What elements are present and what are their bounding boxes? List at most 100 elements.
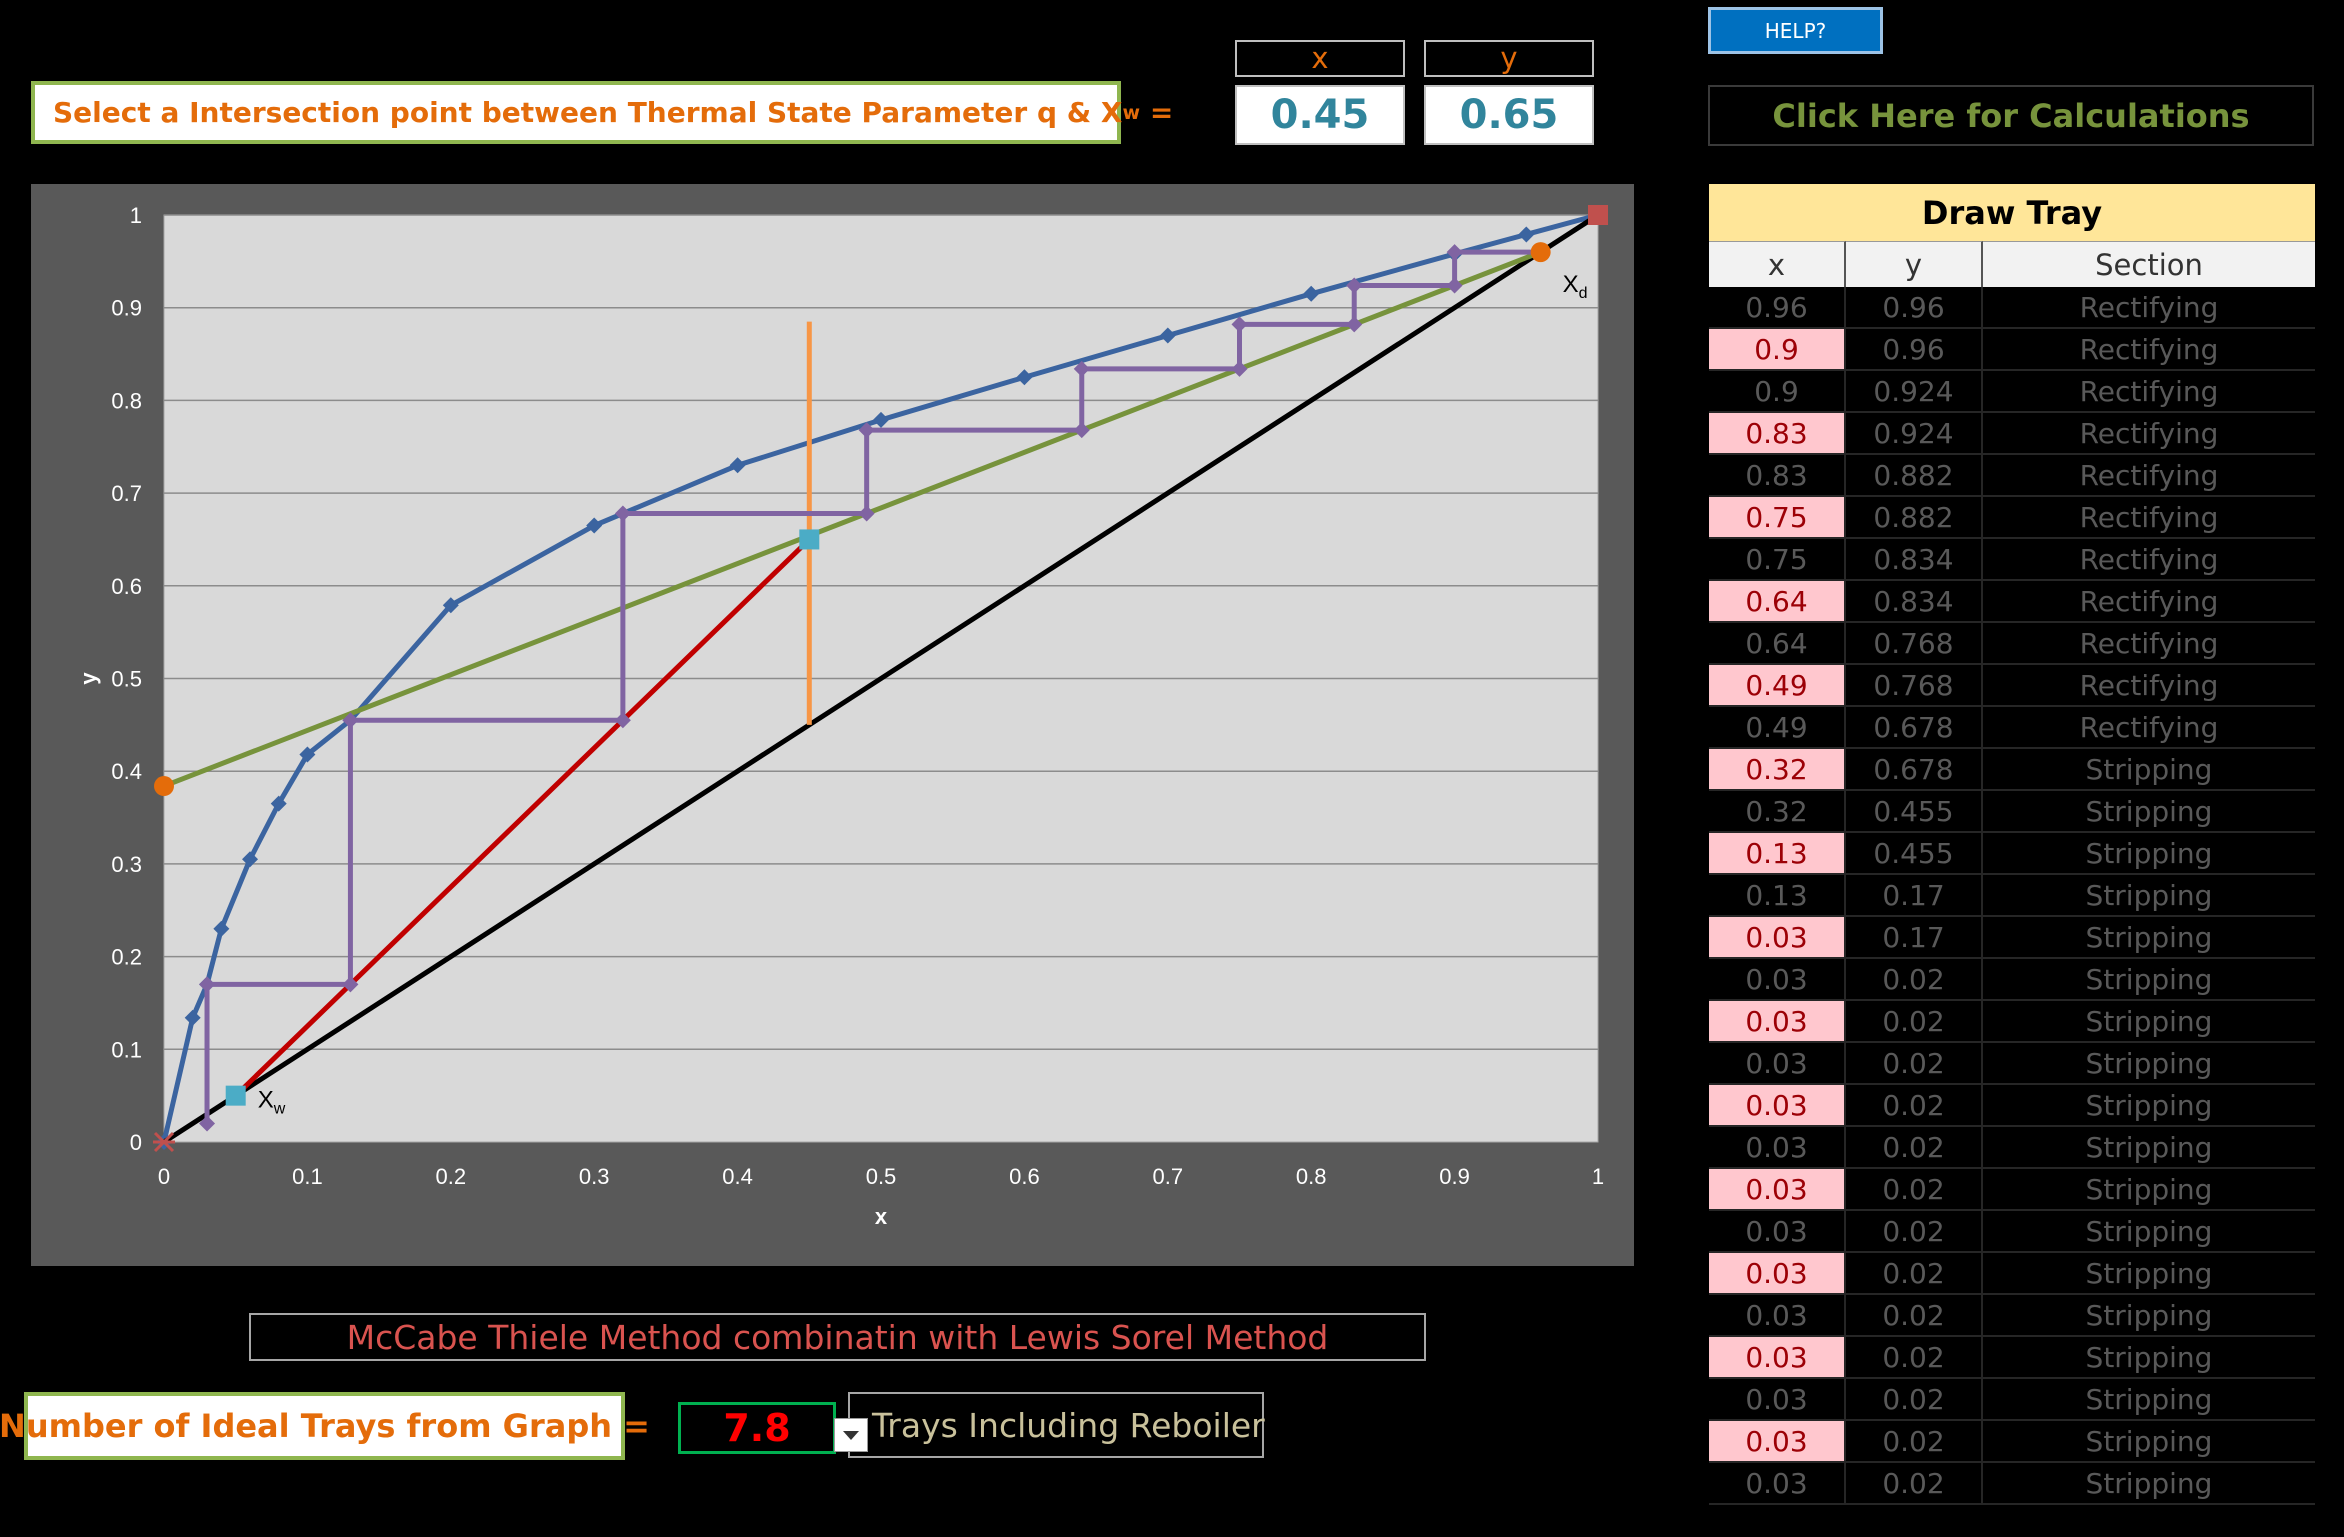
- cell-x[interactable]: 0.64: [1709, 623, 1846, 663]
- cell-y[interactable]: 0.455: [1846, 833, 1983, 873]
- cell-x[interactable]: 0.03: [1709, 1001, 1846, 1041]
- cell-x[interactable]: 0.75: [1709, 539, 1846, 579]
- cell-x[interactable]: 0.03: [1709, 1379, 1846, 1419]
- cell-x[interactable]: 0.03: [1709, 1295, 1846, 1335]
- cell-section[interactable]: Stripping: [1983, 833, 2315, 873]
- cell-x[interactable]: 0.96: [1709, 287, 1846, 327]
- cell-y[interactable]: 0.02: [1846, 1043, 1983, 1083]
- cell-x[interactable]: 0.03: [1709, 1043, 1846, 1083]
- cell-section[interactable]: Rectifying: [1983, 539, 2315, 579]
- help-button[interactable]: HELP?: [1708, 7, 1883, 54]
- cell-y[interactable]: 0.02: [1846, 1127, 1983, 1167]
- cell-y[interactable]: 0.02: [1846, 959, 1983, 999]
- cell-section[interactable]: Rectifying: [1983, 371, 2315, 411]
- cell-section[interactable]: Stripping: [1983, 791, 2315, 831]
- cell-x[interactable]: 0.49: [1709, 665, 1846, 705]
- cell-y[interactable]: 0.02: [1846, 1379, 1983, 1419]
- y-value-field[interactable]: 0.65: [1424, 85, 1594, 145]
- cell-x[interactable]: 0.03: [1709, 1253, 1846, 1293]
- cell-y[interactable]: 0.924: [1846, 371, 1983, 411]
- cell-section[interactable]: Rectifying: [1983, 623, 2315, 663]
- cell-section[interactable]: Stripping: [1983, 875, 2315, 915]
- cell-y[interactable]: 0.02: [1846, 1211, 1983, 1251]
- column-header-x: x: [1709, 241, 1846, 287]
- cell-section[interactable]: Stripping: [1983, 959, 2315, 999]
- cell-x[interactable]: 0.03: [1709, 1337, 1846, 1377]
- cell-y[interactable]: 0.834: [1846, 539, 1983, 579]
- cell-x[interactable]: 0.32: [1709, 749, 1846, 789]
- table-row: 0.83 0.924 Rectifying: [1709, 413, 2315, 455]
- cell-x[interactable]: 0.03: [1709, 1169, 1846, 1209]
- y-tick-label: 0.5: [111, 667, 142, 692]
- cell-y[interactable]: 0.17: [1846, 917, 1983, 957]
- cell-section[interactable]: Stripping: [1983, 1337, 2315, 1377]
- cell-section[interactable]: Stripping: [1983, 1463, 2315, 1503]
- cell-x[interactable]: 0.03: [1709, 917, 1846, 957]
- cell-section[interactable]: Stripping: [1983, 1295, 2315, 1335]
- cell-y[interactable]: 0.96: [1846, 287, 1983, 327]
- cell-section[interactable]: Stripping: [1983, 1421, 2315, 1461]
- cell-x[interactable]: 0.03: [1709, 959, 1846, 999]
- cell-x[interactable]: 0.03: [1709, 1085, 1846, 1125]
- x-value-field[interactable]: 0.45: [1235, 85, 1405, 145]
- cell-y[interactable]: 0.02: [1846, 1421, 1983, 1461]
- cell-y[interactable]: 0.678: [1846, 749, 1983, 789]
- cell-y[interactable]: 0.882: [1846, 497, 1983, 537]
- cell-y[interactable]: 0.768: [1846, 665, 1983, 705]
- tray-dropdown-button[interactable]: [834, 1418, 868, 1452]
- cell-section[interactable]: Stripping: [1983, 1001, 2315, 1041]
- tray-count-value[interactable]: 7.8: [678, 1402, 836, 1454]
- cell-x[interactable]: 0.03: [1709, 1421, 1846, 1461]
- cell-y[interactable]: 0.882: [1846, 455, 1983, 495]
- cell-section[interactable]: Rectifying: [1983, 287, 2315, 327]
- cell-y[interactable]: 0.02: [1846, 1253, 1983, 1293]
- cell-x[interactable]: 0.03: [1709, 1127, 1846, 1167]
- cell-section[interactable]: Rectifying: [1983, 497, 2315, 537]
- cell-x[interactable]: 0.13: [1709, 833, 1846, 873]
- cell-section[interactable]: Rectifying: [1983, 455, 2315, 495]
- cell-y[interactable]: 0.678: [1846, 707, 1983, 747]
- cell-section[interactable]: Stripping: [1983, 1127, 2315, 1167]
- cell-section[interactable]: Stripping: [1983, 1211, 2315, 1251]
- cell-section[interactable]: Stripping: [1983, 749, 2315, 789]
- cell-x[interactable]: 0.64: [1709, 581, 1846, 621]
- x-tick-label: 1: [1592, 1164, 1604, 1189]
- cell-y[interactable]: 0.455: [1846, 791, 1983, 831]
- cell-y[interactable]: 0.17: [1846, 875, 1983, 915]
- cell-section[interactable]: Stripping: [1983, 917, 2315, 957]
- table-row: 0.03 0.02 Stripping: [1709, 959, 2315, 1001]
- cell-section[interactable]: Stripping: [1983, 1379, 2315, 1419]
- cell-y[interactable]: 0.768: [1846, 623, 1983, 663]
- cell-x[interactable]: 0.83: [1709, 413, 1846, 453]
- cell-section[interactable]: Rectifying: [1983, 581, 2315, 621]
- cell-section[interactable]: Stripping: [1983, 1169, 2315, 1209]
- cell-y[interactable]: 0.02: [1846, 1001, 1983, 1041]
- cell-x[interactable]: 0.32: [1709, 791, 1846, 831]
- cell-x[interactable]: 0.9: [1709, 329, 1846, 369]
- cell-section[interactable]: Stripping: [1983, 1085, 2315, 1125]
- cell-y[interactable]: 0.924: [1846, 413, 1983, 453]
- cell-x[interactable]: 0.49: [1709, 707, 1846, 747]
- cell-x[interactable]: 0.75: [1709, 497, 1846, 537]
- cell-x[interactable]: 0.83: [1709, 455, 1846, 495]
- cell-section[interactable]: Rectifying: [1983, 329, 2315, 369]
- cell-x[interactable]: 0.03: [1709, 1463, 1846, 1503]
- table-row: 0.03 0.02 Stripping: [1709, 1463, 2315, 1505]
- cell-y[interactable]: 0.02: [1846, 1295, 1983, 1335]
- calculations-button[interactable]: Click Here for Calculations: [1708, 85, 2314, 146]
- cell-y[interactable]: 0.02: [1846, 1169, 1983, 1209]
- cell-section[interactable]: Rectifying: [1983, 665, 2315, 705]
- cell-section[interactable]: Rectifying: [1983, 707, 2315, 747]
- cell-section[interactable]: Stripping: [1983, 1253, 2315, 1293]
- cell-x[interactable]: 0.03: [1709, 1211, 1846, 1251]
- cell-y[interactable]: 0.02: [1846, 1085, 1983, 1125]
- cell-x[interactable]: 0.9: [1709, 371, 1846, 411]
- y-tick-label: 0.2: [111, 945, 142, 970]
- cell-y[interactable]: 0.834: [1846, 581, 1983, 621]
- cell-y[interactable]: 0.96: [1846, 329, 1983, 369]
- cell-x[interactable]: 0.13: [1709, 875, 1846, 915]
- cell-y[interactable]: 0.02: [1846, 1337, 1983, 1377]
- cell-section[interactable]: Rectifying: [1983, 413, 2315, 453]
- cell-section[interactable]: Stripping: [1983, 1043, 2315, 1083]
- cell-y[interactable]: 0.02: [1846, 1463, 1983, 1503]
